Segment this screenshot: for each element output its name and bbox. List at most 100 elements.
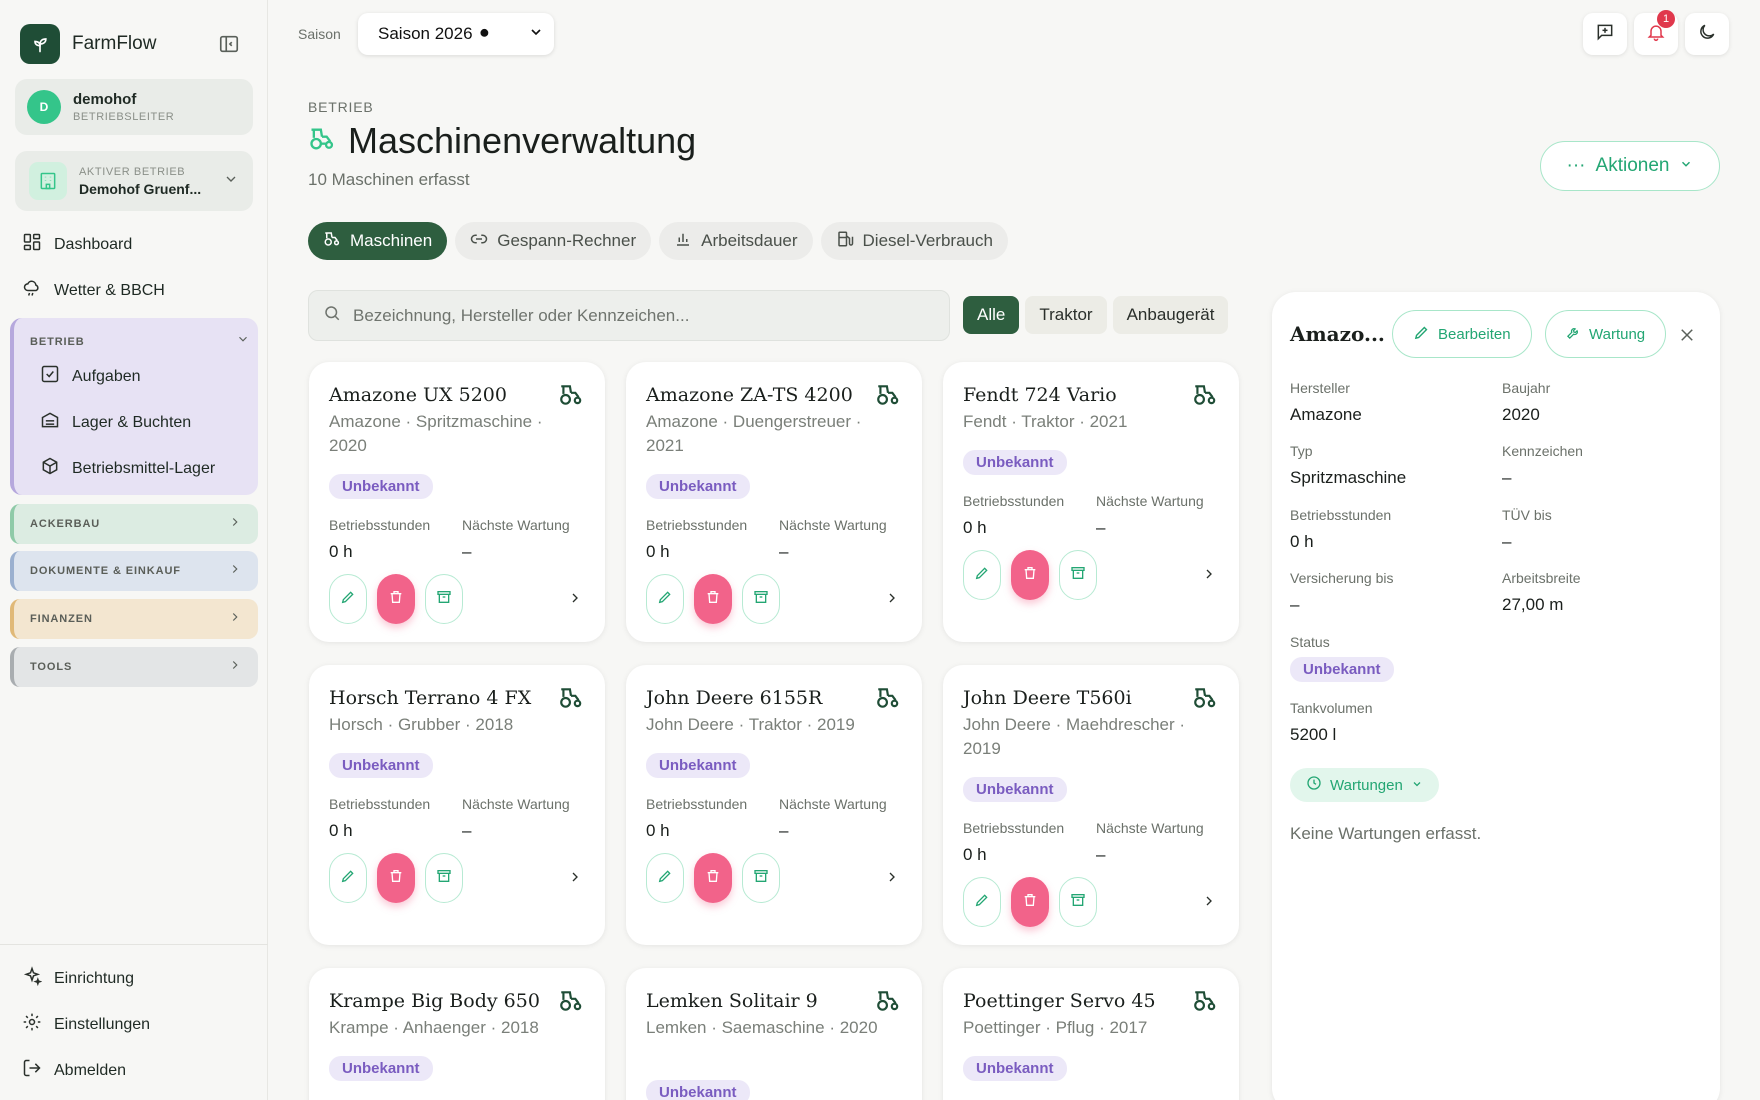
sidebar-group-label: DOKUMENTE & EINKAUF xyxy=(30,565,181,577)
delete-button[interactable] xyxy=(1011,550,1049,600)
search-field[interactable] xyxy=(308,290,950,341)
archive-button[interactable] xyxy=(425,574,463,624)
bar-chart-icon xyxy=(674,230,692,253)
machine-card[interactable]: Krampe Big Body 650 Krampe · Anhaenger ·… xyxy=(309,968,605,1100)
chevron-right-icon[interactable] xyxy=(884,869,900,890)
sidebar-item-label: Lager & Buchten xyxy=(72,413,192,431)
close-icon[interactable] xyxy=(1678,326,1696,349)
tractor-icon xyxy=(557,685,585,716)
next-service-value: – xyxy=(1096,518,1106,537)
tab-gespann-rechner[interactable]: Gespann-Rechner xyxy=(455,222,652,260)
chevron-right-icon[interactable] xyxy=(567,869,583,890)
chevron-right-icon xyxy=(228,562,242,581)
sidebar-item-abmelden[interactable]: Abmelden xyxy=(22,1058,126,1083)
chevron-right-icon[interactable] xyxy=(567,590,583,611)
machine-card[interactable]: Amazone UX 5200 Amazone · Spritzmaschine… xyxy=(309,362,605,642)
sidebar-item-dashboard[interactable]: Dashboard xyxy=(22,232,132,257)
active-farm-selector[interactable]: AKTIVER BETRIEB Demohof Gruenf... xyxy=(15,151,253,211)
machine-card[interactable]: John Deere 6155R John Deere · Traktor · … xyxy=(626,665,922,945)
sidebar-item-lager[interactable]: Lager & Buchten xyxy=(40,410,191,435)
pencil-icon xyxy=(657,868,673,889)
edit-button[interactable] xyxy=(646,853,684,903)
season-select[interactable]: Saison 2026 ⚫ xyxy=(358,13,554,55)
service-button[interactable]: Wartung xyxy=(1545,310,1667,358)
chevron-right-icon[interactable] xyxy=(1201,893,1217,914)
notification-badge: 1 xyxy=(1657,10,1675,28)
machine-card[interactable]: Fendt 724 Vario Fendt · Traktor · 2021 U… xyxy=(943,362,1239,642)
machine-meta: Amazone · Spritzmaschine · 2020 xyxy=(329,412,543,455)
sidebar-item-weather[interactable]: Wetter & BBCH xyxy=(22,278,165,303)
filter-alle[interactable]: Alle xyxy=(963,296,1020,334)
actions-button[interactable]: ··· Aktionen xyxy=(1540,141,1720,191)
brand[interactable]: FarmFlow xyxy=(20,24,156,64)
delete-button[interactable] xyxy=(1011,877,1049,927)
tractor-icon xyxy=(1191,382,1219,413)
delete-button[interactable] xyxy=(377,574,415,624)
edit-button[interactable] xyxy=(963,550,1001,600)
filter-anbaugeraet[interactable]: Anbaugerät xyxy=(1112,296,1229,334)
archive-button[interactable] xyxy=(1059,550,1097,600)
machine-card[interactable]: John Deere T560i John Deere · Maehdresch… xyxy=(943,665,1239,945)
field-value: – xyxy=(1290,595,1300,614)
sidebar-group-header[interactable]: BETRIEB xyxy=(30,332,250,351)
sidebar-collapse-icon[interactable] xyxy=(218,33,240,55)
machine-card[interactable]: Horsch Terrano 4 FX Horsch · Grubber · 2… xyxy=(309,665,605,945)
edit-button[interactable] xyxy=(329,853,367,903)
delete-button[interactable] xyxy=(377,853,415,903)
tab-maschinen[interactable]: Maschinen xyxy=(308,222,448,260)
tab-arbeitsdauer[interactable]: Arbeitsdauer xyxy=(659,222,813,260)
machine-card[interactable]: Amazone ZA-TS 4200 Amazone · Duengerstre… xyxy=(626,362,922,642)
tank-value: 5200 l xyxy=(1290,725,1337,744)
theme-toggle-button[interactable] xyxy=(1685,13,1729,55)
chevron-down-icon xyxy=(1411,777,1423,794)
sidebar-group-tools[interactable]: TOOLS xyxy=(10,647,258,687)
sidebar-item-label: Einstellungen xyxy=(54,1015,151,1033)
services-toggle[interactable]: Wartungen xyxy=(1290,768,1439,802)
edit-machine-button[interactable]: Bearbeiten xyxy=(1392,310,1532,358)
sidebar-group-finanzen[interactable]: FINANZEN xyxy=(10,599,258,639)
feedback-button[interactable] xyxy=(1583,13,1627,55)
machine-card[interactable]: Poettinger Servo 45 Poettinger · Pflug ·… xyxy=(943,968,1239,1100)
status-badge: Unbekannt xyxy=(646,753,750,778)
next-service-value: – xyxy=(779,542,789,561)
sidebar-group-dokumente[interactable]: DOKUMENTE & EINKAUF xyxy=(10,551,258,591)
archive-button[interactable] xyxy=(742,574,780,624)
sidebar-item-aufgaben[interactable]: Aufgaben xyxy=(40,364,141,389)
sidebar-item-einrichtung[interactable]: Einrichtung xyxy=(22,966,134,991)
tab-diesel-verbrauch[interactable]: Diesel-Verbrauch xyxy=(820,222,1008,260)
archive-button[interactable] xyxy=(742,853,780,903)
machine-name: Amazone UX 5200 xyxy=(329,384,507,406)
chevron-right-icon[interactable] xyxy=(1201,566,1217,587)
chevron-down-icon xyxy=(1679,155,1693,177)
user-card[interactable]: D demohof BETRIEBSLEITER xyxy=(15,79,253,135)
filter-traktor[interactable]: Traktor xyxy=(1025,296,1107,334)
sidebar-item-betriebsmittel[interactable]: Betriebsmittel-Lager xyxy=(40,456,215,481)
status-badge: Unbekannt xyxy=(963,450,1067,475)
status-badge: Unbekannt xyxy=(1290,657,1394,682)
archive-icon xyxy=(1070,892,1086,913)
edit-button[interactable] xyxy=(646,574,684,624)
archive-icon xyxy=(436,589,452,610)
archive-button[interactable] xyxy=(425,853,463,903)
machine-card[interactable]: Lemken Solitair 9 Lemken · Saemaschine ·… xyxy=(626,968,922,1100)
warehouse-icon xyxy=(40,410,60,435)
chevron-down-icon xyxy=(236,332,250,351)
archive-button[interactable] xyxy=(1059,877,1097,927)
tab-label: Arbeitsdauer xyxy=(701,231,798,250)
edit-button[interactable] xyxy=(329,574,367,624)
delete-button[interactable] xyxy=(694,853,732,903)
next-service-value: – xyxy=(1096,845,1106,864)
search-input[interactable] xyxy=(353,305,913,326)
delete-button[interactable] xyxy=(694,574,732,624)
chevron-down-icon xyxy=(223,171,239,192)
chevron-right-icon xyxy=(228,515,242,534)
chevron-right-icon[interactable] xyxy=(884,590,900,611)
edit-button[interactable] xyxy=(963,877,1001,927)
sidebar-item-einstellungen[interactable]: Einstellungen xyxy=(22,1012,150,1037)
field-value: Spritzmaschine xyxy=(1290,468,1407,487)
field-value: Amazone xyxy=(1290,405,1362,424)
services-toggle-label: Wartungen xyxy=(1330,776,1403,794)
building-icon xyxy=(29,162,67,200)
notifications-button[interactable]: 1 xyxy=(1634,10,1678,55)
sidebar-group-ackerbau[interactable]: ACKERBAU xyxy=(10,504,258,544)
